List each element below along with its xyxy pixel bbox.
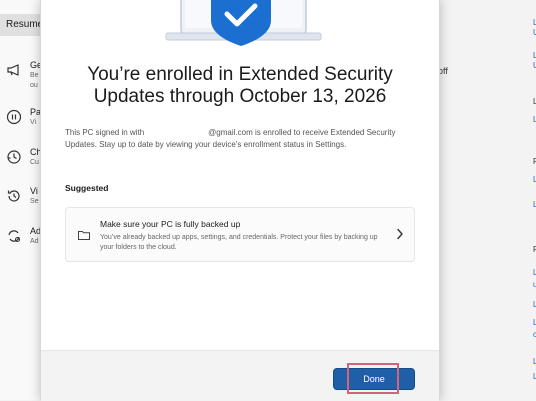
sync-gear-icon bbox=[8, 230, 20, 242]
row-subtitle-2: ou bbox=[30, 82, 38, 89]
dialog-title-line-2: Updates through October 13, 2026 bbox=[93, 86, 387, 107]
row-subtitle: Vi bbox=[30, 119, 37, 126]
row-subtitle: Be bbox=[30, 72, 39, 79]
dialog-title: You’re enrolled in Extended Security Upd… bbox=[41, 64, 439, 108]
card-subtitle: You’ve already backed up apps, settings,… bbox=[100, 234, 378, 251]
megaphone-icon bbox=[7, 64, 19, 76]
highlight-box bbox=[347, 363, 399, 394]
row-subtitle: Ad bbox=[30, 238, 39, 245]
folder-icon bbox=[78, 231, 90, 240]
enrollment-description: This PC signed in with @gmail.com is enro… bbox=[65, 127, 405, 150]
description-part-1: This PC signed in with bbox=[65, 128, 145, 137]
esu-enrollment-dialog: You’re enrolled in Extended Security Upd… bbox=[40, 0, 440, 401]
dialog-title-line-1: You’re enrolled in Extended Security bbox=[87, 64, 393, 85]
history-icon bbox=[7, 190, 20, 202]
row-title: Vi bbox=[30, 186, 38, 196]
dialog-footer: Done bbox=[41, 350, 439, 401]
enrollment-hero-illustration bbox=[165, 0, 322, 46]
history-clock-icon bbox=[7, 150, 21, 164]
pause-icon bbox=[6, 109, 22, 125]
row-subtitle: Se bbox=[30, 198, 39, 205]
card-title: Make sure your PC is fully backed up bbox=[100, 219, 241, 229]
backup-suggestion-card[interactable]: Make sure your PC is fully backed up You… bbox=[65, 207, 415, 262]
settings-background-right bbox=[438, 0, 536, 400]
suggested-heading: Suggested bbox=[65, 183, 109, 193]
chevron-right-icon bbox=[397, 228, 403, 240]
row-subtitle: Cu bbox=[30, 159, 39, 166]
